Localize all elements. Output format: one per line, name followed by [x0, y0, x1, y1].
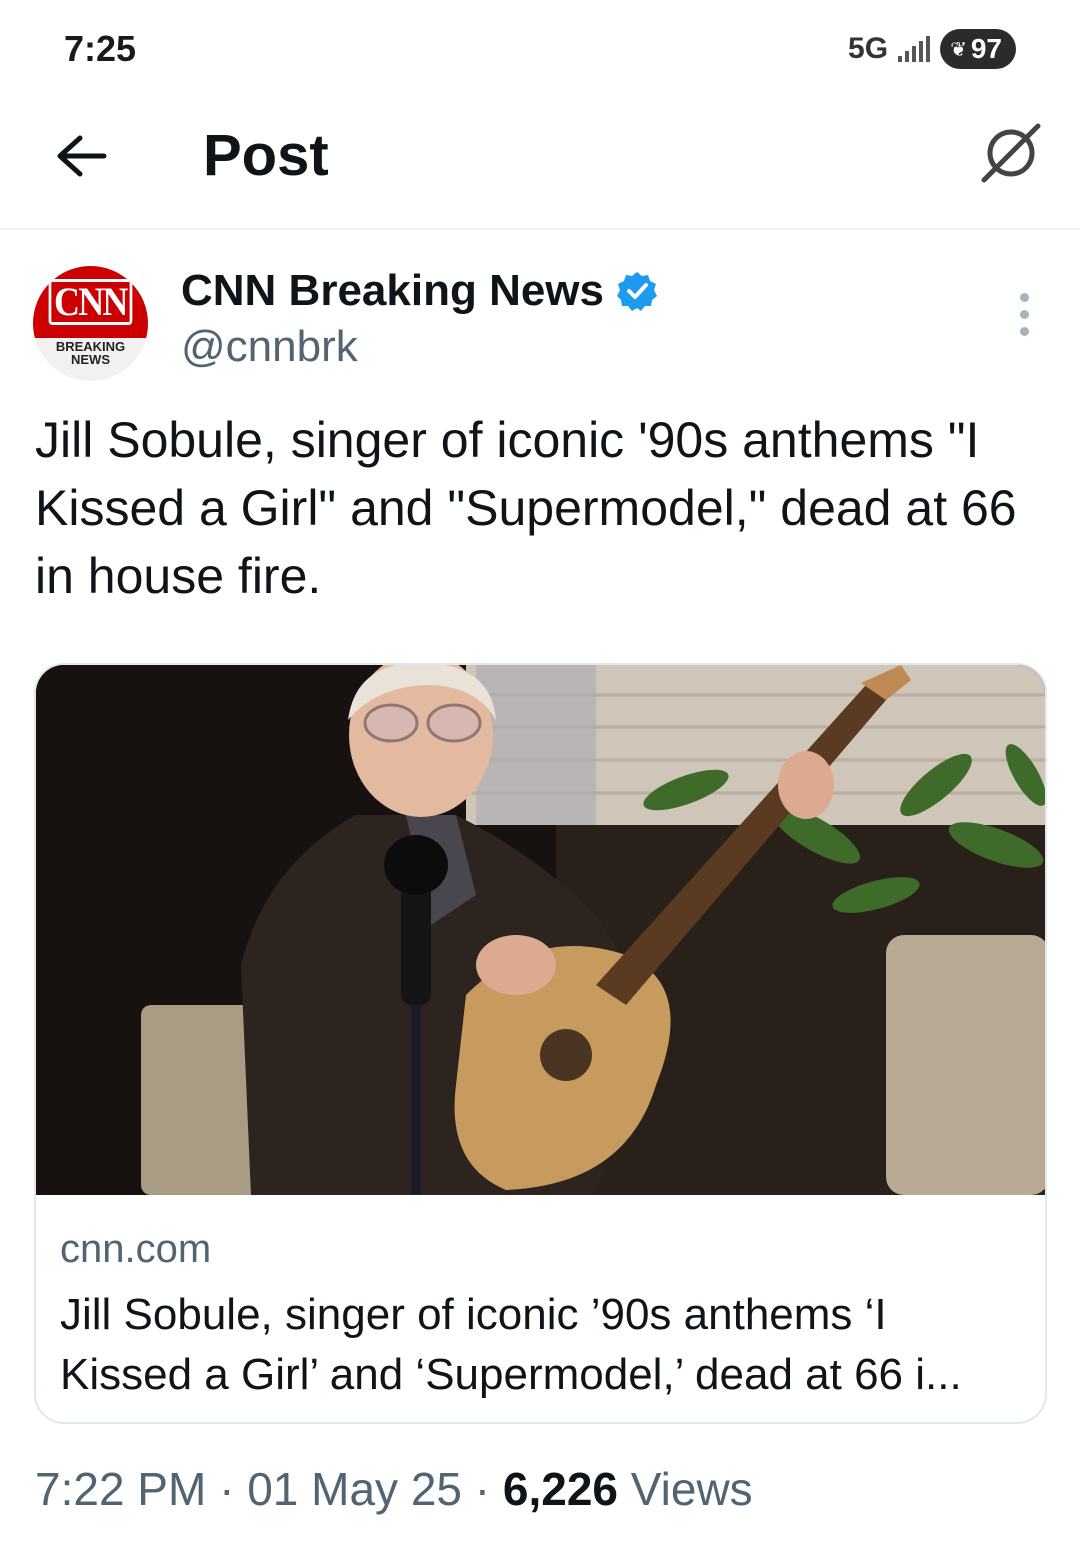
avatar-subtitle: BREAKING NEWS: [55, 339, 126, 367]
page-title: Post: [203, 123, 329, 188]
network-type: 5G: [848, 32, 889, 65]
verified-badge-icon: [617, 272, 658, 311]
link-card[interactable]: cnn.com Jill Sobule, singer of iconic ’9…: [34, 663, 1047, 1424]
signal-icon: [898, 36, 931, 62]
more-dot-icon: [1019, 326, 1029, 336]
more-dot-icon: [1019, 292, 1029, 302]
card-title: Jill Sobule, singer of iconic ’90s anthe…: [60, 1290, 962, 1399]
cnn-logo: CNN: [33, 266, 148, 338]
grok-button[interactable]: [974, 116, 1048, 190]
post-text: Jill Sobule, singer of iconic '90s anthe…: [35, 412, 1017, 604]
grok-icon: [981, 123, 1041, 183]
post-date: 01 May 25: [247, 1463, 462, 1515]
meta-separator: ·: [219, 1463, 235, 1515]
post-time: 7:22 PM: [35, 1463, 207, 1515]
battery-indicator: ❦ 97: [940, 29, 1016, 69]
article-photo: [36, 665, 1045, 1195]
meta-separator: ·: [474, 1463, 491, 1515]
views-label[interactable]: Views: [631, 1463, 753, 1515]
status-time: 7:25: [64, 28, 137, 69]
battery-level: 97: [970, 33, 1002, 64]
status-indicators: 5G ❦ 97: [848, 28, 1016, 70]
card-image[interactable]: [36, 665, 1045, 1195]
more-dot-icon: [1019, 309, 1029, 319]
author-handle[interactable]: @cnnbrk: [181, 322, 358, 372]
battery-saver-icon: ❦: [950, 38, 967, 61]
back-button[interactable]: [46, 126, 116, 186]
author-name-row[interactable]: CNN Breaking News: [181, 266, 658, 316]
post-metadata: 7:22 PM · 01 May 25 · 6,226 Views: [35, 1462, 753, 1516]
author-name: CNN Breaking News: [181, 266, 605, 315]
views-count[interactable]: 6,226: [503, 1463, 618, 1515]
more-options-button[interactable]: [1004, 286, 1044, 342]
status-bar: 7:25 5G ❦ 97: [0, 0, 1080, 100]
card-domain: cnn.com: [60, 1227, 212, 1271]
avatar[interactable]: CNN BREAKING NEWS: [33, 266, 148, 381]
arrow-left-icon: [57, 135, 107, 177]
app-bar: Post: [0, 100, 1080, 230]
